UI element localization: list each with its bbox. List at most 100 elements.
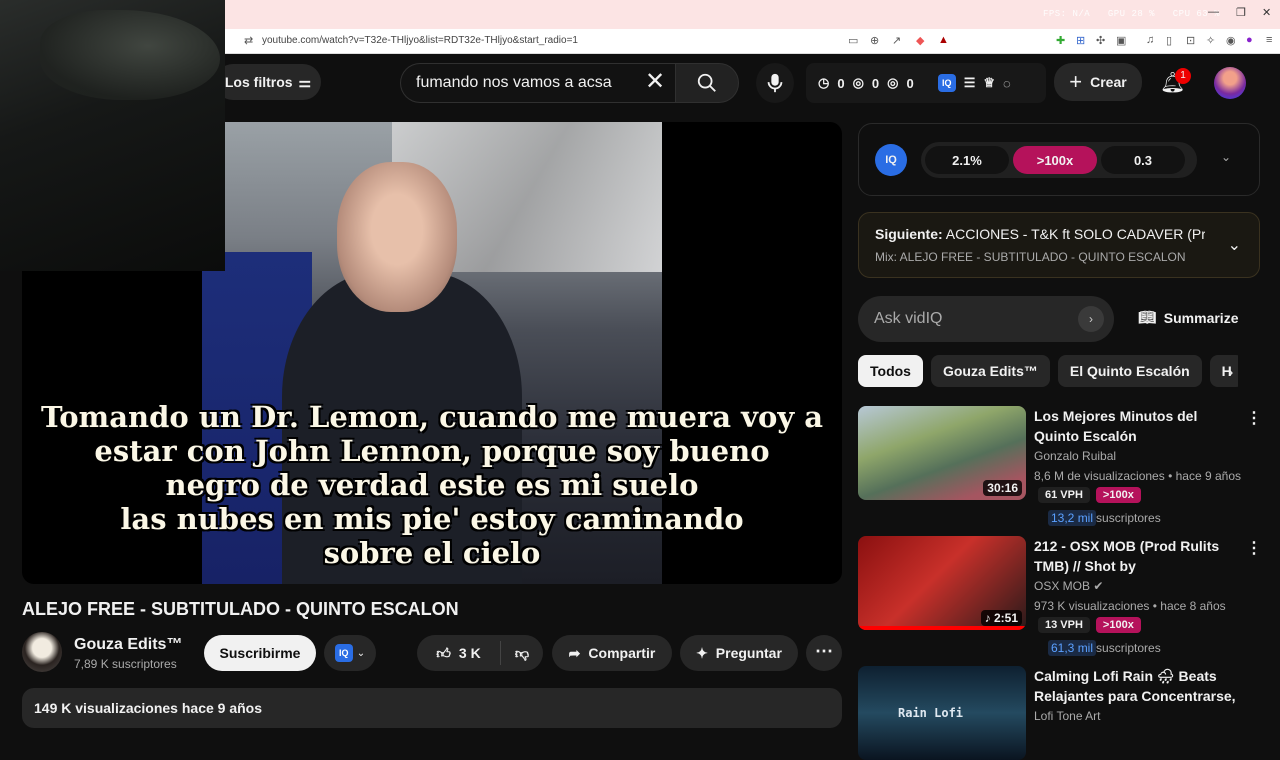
vpn-icon[interactable]: ◉ (1226, 34, 1236, 47)
chip-truncated[interactable]: H (1209, 355, 1238, 387)
voice-search-button[interactable] (756, 63, 794, 103)
related-channel[interactable]: Lofi Tone Art (1034, 709, 1101, 723)
vidiq-menu-button[interactable]: IQ ⌄ (324, 635, 376, 671)
related-video-title[interactable]: Los Mejores Minutos del Quinto Escalón (1034, 406, 1244, 446)
related-video[interactable]: Rain Lofi Calming Lofi Rain 🌧 Beats Rela… (858, 666, 1262, 760)
share-page-icon[interactable]: ↗ (892, 34, 901, 47)
close-window-icon[interactable]: ✕ (1262, 6, 1271, 19)
vidiq-stats-bar: ◷ 0 ◎ 0 ◎ 0 IQ ☰ ♕ ◌ (806, 63, 1046, 103)
performance-overlay: FPS: N/A GPU 28 % CPU 63 % (1043, 9, 1220, 19)
sidebar-icon[interactable]: ▯ (1166, 34, 1172, 47)
subtitle-line: estar con John Lennon, porque soy bueno (94, 434, 770, 468)
thumbs-down-icon: 👎︎ (514, 644, 530, 661)
mix-title: Mix: ALEJO FREE - SUBTITULADO - QUINTO E… (875, 250, 1186, 264)
cast-icon[interactable]: ▭ (848, 34, 858, 47)
webcam-subject (40, 10, 220, 100)
duration-text: 2:51 (993, 611, 1018, 625)
submit-arrow-icon[interactable]: › (1078, 306, 1104, 332)
create-button[interactable]: + Crear (1054, 63, 1142, 101)
menu-icon[interactable]: ≡ (1266, 34, 1272, 46)
channel-subscribers: 61,3 mil suscriptores (1048, 640, 1161, 656)
expand-chevron-icon[interactable]: ⌄ (1228, 235, 1241, 255)
burned-in-subtitles: Tomando un Dr. Lemon, cuando me muera vo… (22, 400, 842, 570)
more-actions-button[interactable]: ⋯ (806, 635, 842, 671)
video-title: ALEJO FREE - SUBTITULADO - QUINTO ESCALO… (22, 599, 459, 619)
next-label: Siguiente: (875, 226, 943, 242)
subs-number: 13,2 mil (1048, 510, 1097, 526)
more-vert-icon[interactable]: ⋮ (1246, 538, 1262, 558)
puzzle-icon[interactable]: ✣ (1096, 34, 1105, 47)
related-video[interactable]: ♪ 2:51 212 - OSX MOB (Prod Rulits TMB) /… (858, 536, 1262, 656)
outlier-score-metric[interactable]: >100x (1013, 146, 1097, 174)
vph-badge: 13 VPH (1038, 617, 1090, 633)
channel-avatar[interactable] (22, 632, 62, 672)
share-button[interactable]: ➦ Compartir (552, 635, 672, 671)
outlier-badge: >100x (1095, 617, 1141, 633)
alert-icon[interactable]: ▲ (938, 34, 949, 46)
next-up-line: Siguiente: ACCIONES - T&K ft SOLO CADAVE… (875, 226, 1205, 242)
ai-icon[interactable]: ✧ (1206, 34, 1215, 47)
trophy-icon[interactable]: ♕ (983, 75, 995, 91)
subscribe-button[interactable]: Suscribirme (204, 635, 316, 671)
music-icon[interactable]: ♫ (1146, 34, 1154, 46)
vph-badge: 61 VPH (1038, 487, 1090, 503)
ask-button[interactable]: ✦ Preguntar (680, 635, 798, 671)
minimize-icon[interactable]: — (1208, 6, 1219, 18)
chip-gouza-edits[interactable]: Gouza Edits™ (930, 355, 1050, 387)
search-button[interactable] (675, 63, 739, 103)
chip-quinto-escalon[interactable]: El Quinto Escalón (1057, 355, 1202, 387)
next-in-playlist[interactable]: Siguiente: ACCIONES - T&K ft SOLO CADAVE… (858, 212, 1260, 278)
more-vert-icon[interactable]: ⋮ (1246, 408, 1262, 428)
clock-icon: ◷ (818, 75, 830, 90)
ask-vidiq-placeholder: Ask vidIQ (874, 310, 943, 327)
chip-todos[interactable]: Todos (858, 355, 923, 387)
chevron-down-icon: ⌄ (356, 647, 366, 659)
vidiq-logo-icon[interactable]: IQ (875, 144, 907, 176)
maximize-icon[interactable]: ❐ (1236, 6, 1246, 19)
screenshot-icon[interactable]: ▣ (1116, 34, 1126, 47)
description-meta: 149 K visualizaciones hace 9 años (34, 700, 263, 716)
related-channel[interactable]: OSX MOB ✔ (1034, 579, 1103, 593)
ratio-metric[interactable]: 0.3 (1101, 146, 1185, 174)
related-video-title[interactable]: Calming Lofi Rain 🌧 Beats Relajantes par… (1034, 666, 1244, 706)
thumbs-up-icon: 👍︎ (436, 644, 451, 661)
like-button[interactable]: 👍︎ 3 K (417, 641, 501, 665)
video-thumbnail[interactable]: 30:16 (858, 406, 1026, 500)
chat-icon[interactable]: ◌ (1003, 76, 1011, 91)
description-box[interactable]: 149 K visualizaciones hace 9 años (22, 688, 842, 728)
video-thumbnail[interactable]: ♪ 2:51 (858, 536, 1026, 630)
plus-icon: + (1069, 69, 1083, 94)
account-avatar[interactable] (1214, 67, 1246, 99)
zoom-icon[interactable]: ⊕ (870, 34, 879, 47)
search-input[interactable]: fumando nos vamos a acsa (400, 63, 675, 103)
url-field[interactable]: youtube.com/watch?v=T32e-THljyo&list=RDT… (262, 35, 578, 46)
filters-label: Los filtros (224, 74, 293, 90)
brave-shield-icon[interactable]: ◆ (916, 34, 924, 47)
summarize-button[interactable]: 📖︎ Summarize (1138, 309, 1238, 326)
site-info-icon[interactable]: ⇄ (244, 34, 253, 47)
extension-icon[interactable]: ✚ (1056, 34, 1065, 47)
create-label: Crear (1090, 74, 1127, 90)
clear-search-icon[interactable]: ✕ (645, 70, 665, 94)
chips-next-icon[interactable]: › (1228, 364, 1233, 382)
dislike-button[interactable]: 👎︎ (501, 645, 543, 662)
chevron-down-icon[interactable]: ⌄ (1221, 150, 1231, 164)
eye-outline-icon: ◎ (887, 75, 899, 90)
translate-icon[interactable]: ⊞ (1076, 34, 1085, 47)
related-video[interactable]: 30:16 Los Mejores Minutos del Quinto Esc… (858, 406, 1262, 526)
list-icon[interactable]: ☰ (964, 75, 976, 91)
ask-vidiq-input[interactable]: Ask vidIQ › (858, 296, 1114, 342)
video-thumbnail[interactable]: Rain Lofi (858, 666, 1026, 760)
related-video-title[interactable]: 212 - OSX MOB (Prod Rulits TMB) // Shot … (1034, 536, 1244, 576)
engagement-metric[interactable]: 2.1% (925, 146, 1009, 174)
duration-badge: 30:16 (983, 480, 1022, 496)
vidiq-logo-icon[interactable]: IQ (937, 74, 956, 92)
channel-name[interactable]: Gouza Edits™ (74, 636, 182, 654)
microphone-icon (767, 73, 783, 93)
filters-button[interactable]: Los filtros ⚌ (215, 64, 321, 100)
related-channel[interactable]: Gonzalo Ruibal (1034, 449, 1116, 463)
profile-icon[interactable]: ● (1246, 34, 1253, 46)
subscriber-count: 7,89 K suscriptores (74, 657, 177, 671)
bookmark-icon[interactable]: ⊡ (1186, 34, 1195, 47)
webcam-overlay (0, 0, 225, 271)
